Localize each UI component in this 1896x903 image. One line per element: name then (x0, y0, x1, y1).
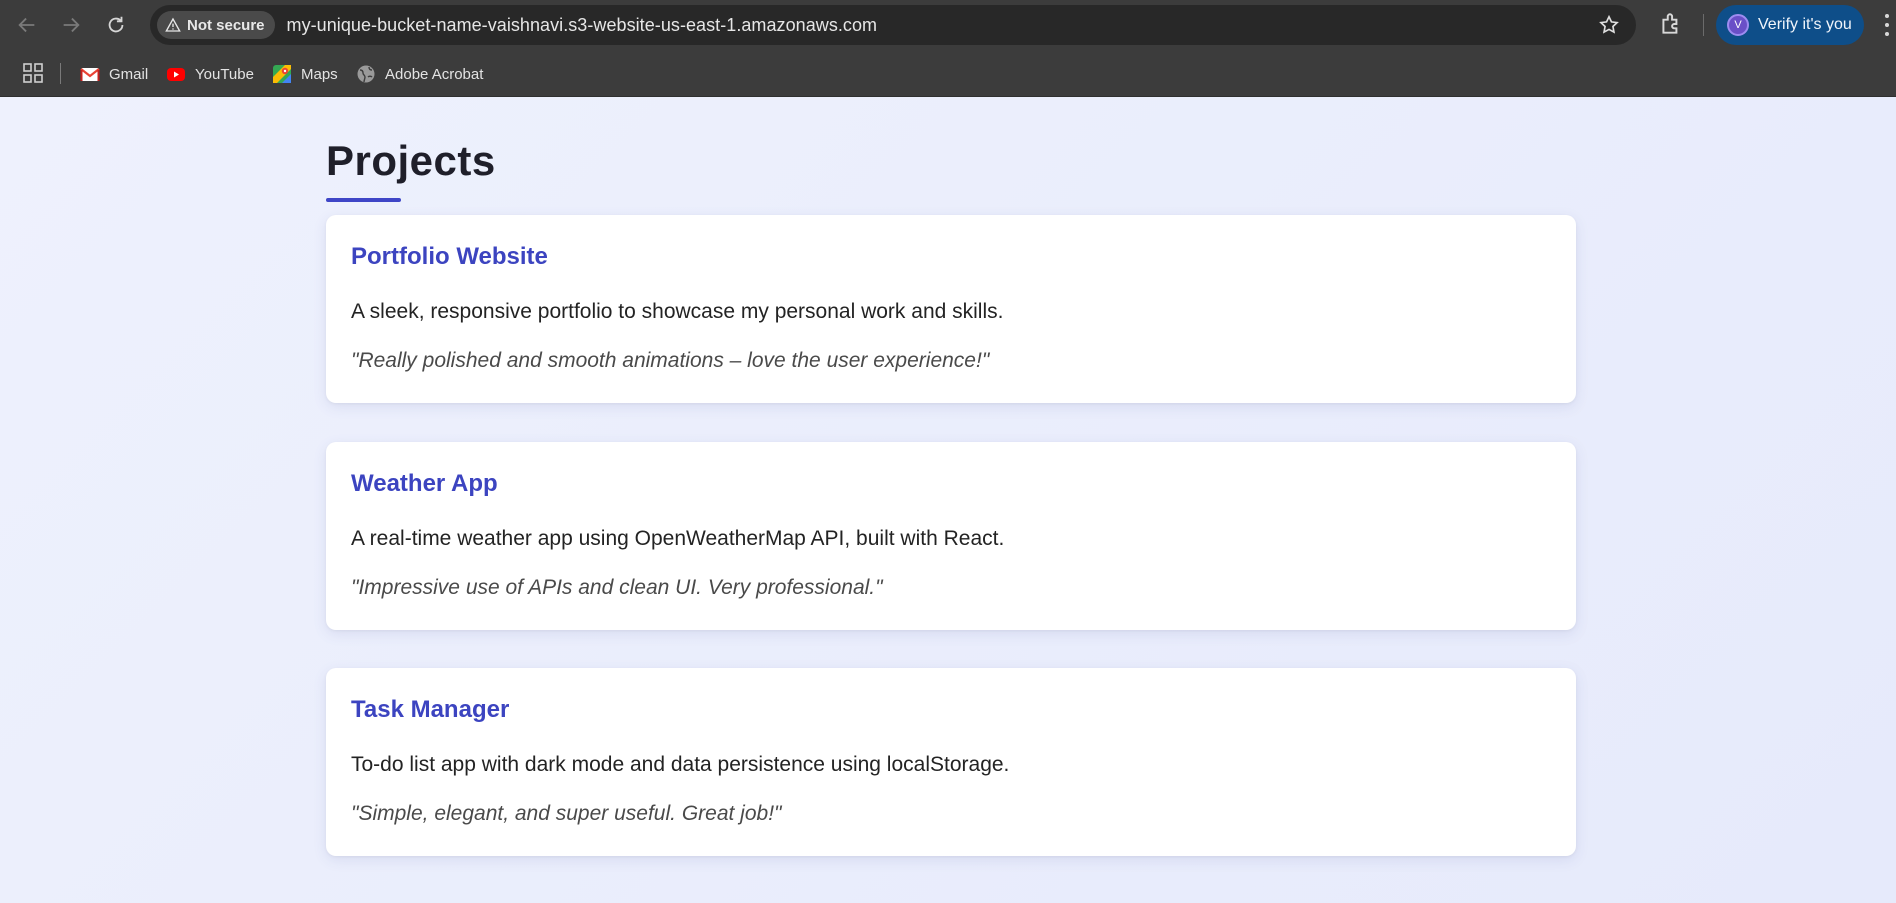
more-menu-icon[interactable] (1884, 12, 1890, 38)
extensions-icon[interactable] (1658, 11, 1684, 37)
bookmark-maps[interactable]: Maps (272, 61, 338, 87)
avatar: V (1727, 14, 1749, 36)
project-title: Task Manager (351, 696, 510, 723)
bookmark-label: YouTube (195, 65, 254, 83)
browser-toolbar: Not secure my-unique-bucket-name-vaishna… (0, 0, 1896, 50)
project-testimonial: "Really polished and smooth animations –… (351, 349, 990, 372)
project-description: A real-time weather app using OpenWeathe… (351, 527, 1005, 550)
bookmark-adobe-acrobat[interactable]: Adobe Acrobat (356, 61, 483, 87)
title-underline (326, 198, 401, 202)
project-title: Portfolio Website (351, 243, 548, 270)
arrow-left-icon (18, 17, 35, 33)
project-card: Weather App A real-time weather app usin… (326, 442, 1576, 630)
project-card: Task Manager To-do list app with dark mo… (326, 668, 1576, 856)
address-bar[interactable]: Not secure my-unique-bucket-name-vaishna… (150, 5, 1636, 45)
page-title: Projects (326, 137, 496, 184)
arrow-right-icon (63, 17, 80, 33)
profile-button[interactable]: V Verify it's you (1716, 5, 1864, 45)
bookmark-label: Maps (301, 65, 338, 83)
project-title: Weather App (351, 470, 498, 497)
bookmarks-bar: Gmail YouTube Maps Adobe Acrobat (0, 50, 1896, 97)
warning-icon (165, 17, 181, 32)
project-card: Portfolio Website A sleek, responsive po… (326, 215, 1576, 403)
page-content: Projects Portfolio Website A sleek, resp… (0, 97, 1896, 903)
reload-icon (108, 16, 124, 33)
maps-icon (273, 65, 291, 83)
forward-button[interactable] (53, 7, 89, 43)
globe-icon (357, 65, 375, 83)
toolbar-divider (1703, 14, 1704, 36)
reload-button[interactable] (98, 7, 134, 43)
security-chip[interactable]: Not secure (157, 11, 275, 39)
bookmark-youtube[interactable]: YouTube (166, 61, 254, 87)
gmail-icon (80, 68, 100, 81)
project-description: A sleek, responsive portfolio to showcas… (351, 300, 1004, 323)
bookmark-label: Adobe Acrobat (385, 65, 484, 83)
bookmarks-divider (60, 63, 61, 84)
back-button[interactable] (9, 7, 45, 43)
project-testimonial: "Impressive use of APIs and clean UI. Ve… (351, 576, 883, 599)
security-label: Not secure (187, 16, 265, 34)
apps-grid-icon[interactable] (22, 62, 44, 84)
youtube-icon (167, 68, 185, 81)
project-testimonial: "Simple, elegant, and super useful. Grea… (351, 802, 782, 825)
url-text[interactable]: my-unique-bucket-name-vaishnavi.s3-websi… (287, 15, 878, 36)
bookmark-label: Gmail (109, 65, 149, 83)
project-description: To-do list app with dark mode and data p… (351, 753, 1010, 776)
profile-label: Verify it's you (1758, 16, 1852, 33)
bookmark-gmail[interactable]: Gmail (80, 61, 148, 87)
bookmark-star-icon[interactable] (1598, 14, 1620, 36)
